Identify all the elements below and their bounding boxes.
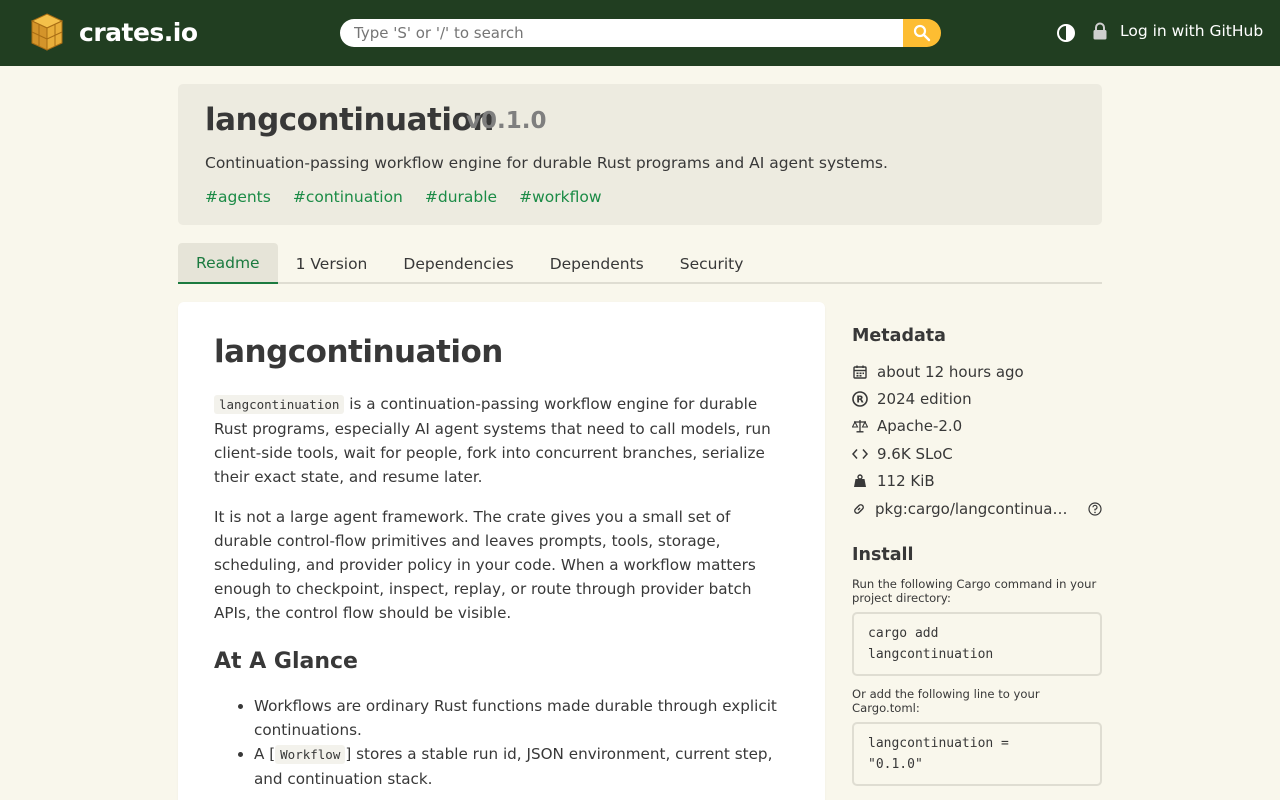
list-item: A [Workflow] stores a stable run id, JSO…	[254, 742, 789, 791]
readme-paragraph: It is not a large agent framework. The c…	[214, 508, 756, 622]
scale-icon	[852, 418, 868, 434]
tab-security[interactable]: Security	[662, 243, 762, 284]
tab-dependents[interactable]: Dependents	[532, 243, 662, 284]
list-item-text: A [	[254, 745, 276, 763]
cargo-toml-copy-box[interactable]: langcontinuation = "0.1.0"	[852, 722, 1102, 787]
code-line: langcontinuation =	[868, 736, 1009, 752]
readme-panel: langcontinuation langcontinuation is a c…	[178, 302, 825, 800]
tab-dependencies[interactable]: Dependencies	[385, 243, 531, 284]
metadata-heading: Metadata	[852, 326, 946, 346]
help-icon[interactable]	[1088, 502, 1102, 516]
code-line: "0.1.0"	[868, 757, 923, 773]
keyword-link-workflow[interactable]: #workflow	[519, 188, 601, 206]
home-logo-link[interactable]: crates.io	[28, 12, 198, 52]
svg-text:R: R	[856, 395, 864, 406]
tab-readme[interactable]: Readme	[178, 243, 278, 284]
inline-code: Workflow	[275, 745, 346, 764]
lock-icon	[1093, 22, 1107, 40]
meta-sloc: 9.6K SLoC	[852, 440, 1102, 467]
contrast-icon	[1057, 24, 1075, 42]
crate-version: v0.1.0	[466, 108, 547, 134]
readme-paragraph: langcontinuation is a continuation-passi…	[214, 392, 789, 489]
crate-name: langcontinuation	[205, 102, 494, 138]
inline-code: langcontinuation	[214, 395, 345, 414]
link-icon	[852, 501, 866, 517]
meta-text: about 12 hours ago	[877, 362, 1024, 381]
install-heading: Install	[852, 545, 914, 566]
list-item: Workflows are ordinary Rust functions ma…	[254, 694, 789, 742]
keyword-link-continuation[interactable]: #continuation	[293, 188, 403, 206]
meta-edition: R 2024 edition	[852, 385, 1102, 412]
readme-list: Workflows are ordinary Rust functions ma…	[214, 694, 789, 791]
sidebar: Metadata about 12 hours ago R 2024 editi…	[852, 326, 1102, 797]
meta-purl: pkg:cargo/langcontinuation@0.1.0	[852, 495, 1102, 522]
calendar-icon	[852, 364, 868, 380]
meta-text: 9.6K SLoC	[877, 444, 953, 463]
meta-text: 2024 edition	[877, 390, 972, 409]
install-note: Or add the following line to your Cargo.…	[852, 687, 1040, 716]
meta-text: 112 KiB	[877, 472, 935, 491]
login-button[interactable]: Log in with GitHub	[1092, 22, 1263, 40]
code-icon	[852, 446, 868, 462]
keyword-link-durable[interactable]: #durable	[425, 188, 497, 206]
readme-title: langcontinuation	[214, 334, 503, 370]
install-note: Run the following Cargo command in your …	[852, 577, 1097, 606]
login-label: Log in with GitHub	[1120, 22, 1264, 40]
meta-link-license[interactable]: Apache-2.0	[877, 417, 962, 435]
code-line: cargo add	[868, 626, 939, 642]
meta-size: 112 KiB	[852, 468, 1102, 495]
search-icon	[913, 24, 931, 42]
meta-license: Apache-2.0	[852, 413, 1102, 440]
color-scheme-toggle[interactable]	[1056, 23, 1076, 43]
crate-tabs: Readme 1 Version Dependencies Dependents…	[178, 243, 1102, 284]
tab-versions[interactable]: 1 Version	[278, 243, 386, 284]
top-navbar: crates.io Log in with GitHub	[0, 0, 1280, 66]
crate-description: Continuation-passing workflow engine for…	[205, 154, 888, 172]
readme-heading: At A Glance	[214, 649, 358, 674]
cargo-add-copy-box[interactable]: cargo add langcontinuation	[852, 612, 1102, 677]
search-input[interactable]	[340, 19, 903, 47]
crate-header: langcontinuation v0.1.0 Continuation-pas…	[178, 84, 1102, 225]
logo-text: crates.io	[79, 17, 198, 47]
purl-text[interactable]: pkg:cargo/langcontinuation@0.1.0	[875, 500, 1068, 518]
keyword-link-agents[interactable]: #agents	[205, 188, 271, 206]
rust-edition-icon: R	[852, 391, 868, 407]
code-line: langcontinuation	[868, 647, 994, 663]
crates-logo-icon	[28, 12, 66, 52]
meta-published-date: about 12 hours ago	[852, 358, 1102, 385]
search-bar	[340, 19, 941, 47]
weight-icon	[852, 473, 868, 489]
search-button[interactable]	[903, 19, 941, 47]
keyword-list: #agents #continuation #durable #workflow	[205, 188, 624, 206]
